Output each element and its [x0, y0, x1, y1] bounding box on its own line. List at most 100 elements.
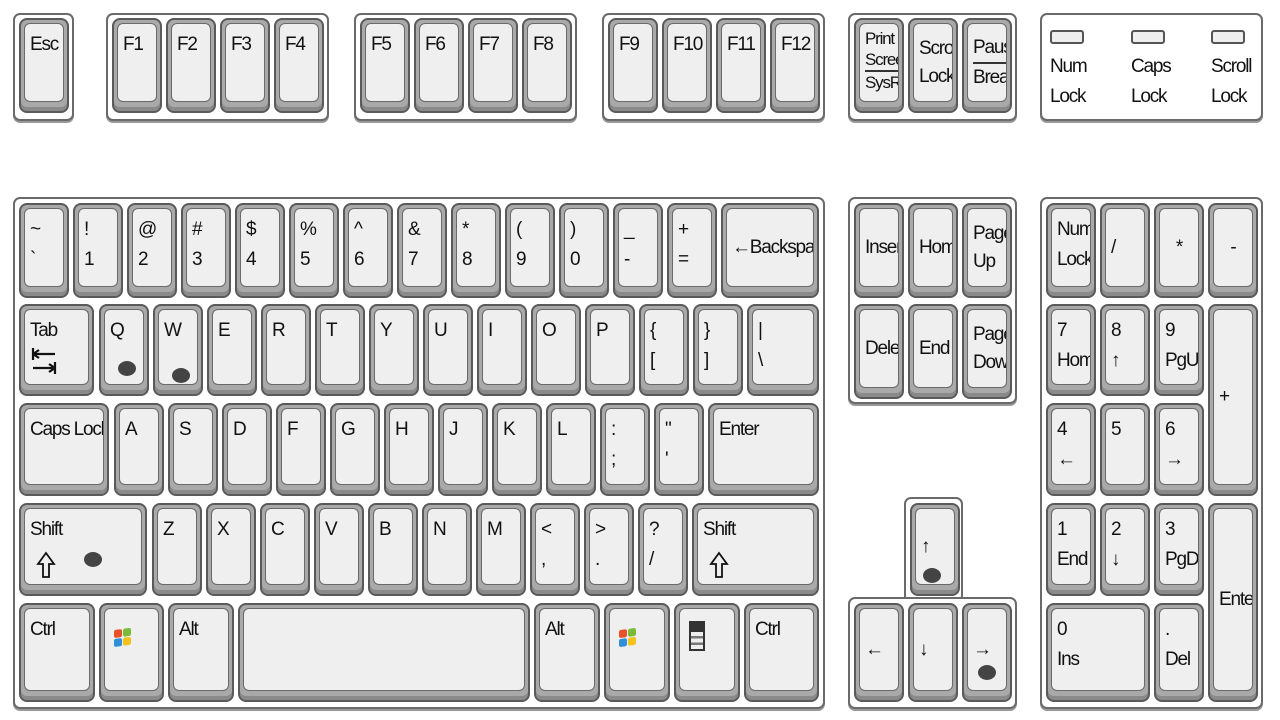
- key-num4[interactable]: 4 ←: [1046, 403, 1096, 496]
- key-j[interactable]: J: [438, 403, 488, 496]
- key-f9[interactable]: F9: [608, 18, 658, 113]
- key-k[interactable]: K: [492, 403, 542, 496]
- key-slash[interactable]: ? /: [638, 503, 688, 596]
- key-a[interactable]: A: [114, 403, 164, 496]
- key-scrolllock[interactable]: Scroll Lock: [908, 18, 958, 113]
- key-f[interactable]: F: [276, 403, 326, 496]
- key-num1[interactable]: 1 End: [1046, 503, 1096, 596]
- key-lbracket[interactable]: {[: [639, 304, 689, 396]
- key-6[interactable]: ^ 6: [343, 203, 393, 298]
- key-b[interactable]: B: [368, 503, 418, 596]
- key-f6[interactable]: F6: [414, 18, 464, 113]
- key-end[interactable]: End: [908, 304, 958, 399]
- key-backspace[interactable]: ←Backspace: [721, 203, 819, 298]
- key-lwin[interactable]: [99, 603, 164, 702]
- key-p[interactable]: P: [585, 304, 635, 396]
- key-s[interactable]: S: [168, 403, 218, 496]
- key-numsub[interactable]: -: [1208, 203, 1258, 298]
- key-5[interactable]: % 5: [289, 203, 339, 298]
- key-left[interactable]: ←: [854, 603, 904, 702]
- key-pause[interactable]: PauseBreak: [962, 18, 1012, 113]
- key-pagedown[interactable]: Page Down: [962, 304, 1012, 399]
- key-8[interactable]: * 8: [451, 203, 501, 298]
- key-f11[interactable]: F11: [716, 18, 766, 113]
- key-num3[interactable]: 3 PgDn: [1154, 503, 1204, 596]
- key-num7[interactable]: 7 Home: [1046, 304, 1096, 396]
- key-c[interactable]: C: [260, 503, 310, 596]
- key-f2[interactable]: F2: [166, 18, 216, 113]
- key-r[interactable]: R: [261, 304, 311, 396]
- key-rbracket[interactable]: }]: [693, 304, 743, 396]
- key-m[interactable]: M: [476, 503, 526, 596]
- key-lctrl[interactable]: Ctrl: [19, 603, 95, 702]
- key-num8[interactable]: 8 ↑: [1100, 304, 1150, 396]
- key-backslash[interactable]: | \: [747, 304, 819, 396]
- key-l[interactable]: L: [546, 403, 596, 496]
- key-numadd[interactable]: +: [1208, 304, 1258, 496]
- key-1[interactable]: ! 1: [73, 203, 123, 298]
- key-comma[interactable]: <,: [530, 503, 580, 596]
- key-f3[interactable]: F3: [220, 18, 270, 113]
- key-x[interactable]: X: [206, 503, 256, 596]
- key-rctrl[interactable]: Ctrl: [744, 603, 819, 702]
- key-numdiv[interactable]: /: [1100, 203, 1150, 298]
- key-u[interactable]: U: [423, 304, 473, 396]
- key-q[interactable]: Q: [99, 304, 149, 396]
- key-rshift[interactable]: Shift: [692, 503, 819, 596]
- key-num6[interactable]: 6 →: [1154, 403, 1204, 496]
- key-f12[interactable]: F12: [770, 18, 820, 113]
- key-space[interactable]: [238, 603, 530, 702]
- key-f7[interactable]: F7: [468, 18, 518, 113]
- key-v[interactable]: V: [314, 503, 364, 596]
- key-7[interactable]: & 7: [397, 203, 447, 298]
- key-e[interactable]: E: [207, 304, 257, 396]
- key-f5[interactable]: F5: [360, 18, 410, 113]
- key-insert[interactable]: Insert: [854, 203, 904, 298]
- key-num0[interactable]: 0 Ins: [1046, 603, 1150, 702]
- key-up[interactable]: ↑: [910, 503, 960, 596]
- key-0[interactable]: ) 0: [559, 203, 609, 298]
- key-esc[interactable]: Esc: [19, 18, 69, 113]
- key-2[interactable]: @2: [127, 203, 177, 298]
- key-f8[interactable]: F8: [522, 18, 572, 113]
- key-9[interactable]: (9: [505, 203, 555, 298]
- key-minus[interactable]: _ -: [613, 203, 663, 298]
- key-quote[interactable]: " ': [654, 403, 704, 496]
- key-t[interactable]: T: [315, 304, 365, 396]
- key-equals[interactable]: + =: [667, 203, 717, 298]
- key-nummul[interactable]: *: [1154, 203, 1204, 298]
- key-capslock[interactable]: Caps Lock: [19, 403, 109, 496]
- key-i[interactable]: I: [477, 304, 527, 396]
- key-w[interactable]: W: [153, 304, 203, 396]
- key-f4[interactable]: F4: [274, 18, 324, 113]
- key-printscreen[interactable]: PrintScreenSysRq: [854, 18, 904, 113]
- key-num2[interactable]: 2 ↓: [1100, 503, 1150, 596]
- key-home[interactable]: Home: [908, 203, 958, 298]
- key-num5[interactable]: 5: [1100, 403, 1150, 496]
- key-down[interactable]: ↓: [908, 603, 958, 702]
- key-3[interactable]: #3: [181, 203, 231, 298]
- key-4[interactable]: $4: [235, 203, 285, 298]
- key-h[interactable]: H: [384, 403, 434, 496]
- key-z[interactable]: Z: [152, 503, 202, 596]
- key-period[interactable]: >.: [584, 503, 634, 596]
- key-tab[interactable]: Tab: [19, 304, 94, 396]
- key-f1[interactable]: F1: [112, 18, 162, 113]
- key-semicolon[interactable]: :;: [600, 403, 650, 496]
- key-numenter[interactable]: Enter: [1208, 503, 1258, 702]
- key-rwin[interactable]: [604, 603, 670, 702]
- key-menu[interactable]: [674, 603, 740, 702]
- key-n[interactable]: N: [422, 503, 472, 596]
- key-o[interactable]: O: [531, 304, 581, 396]
- key-backtick[interactable]: ~ `: [19, 203, 69, 298]
- key-numdec[interactable]: . Del: [1154, 603, 1204, 702]
- key-pageup[interactable]: Page Up: [962, 203, 1012, 298]
- key-delete[interactable]: Delete: [854, 304, 904, 399]
- key-ralt[interactable]: Alt: [534, 603, 600, 702]
- key-right[interactable]: →: [962, 603, 1012, 702]
- key-numlock[interactable]: Num Lock: [1046, 203, 1096, 298]
- key-enter[interactable]: Enter: [708, 403, 819, 496]
- key-lalt[interactable]: Alt: [168, 603, 234, 702]
- key-y[interactable]: Y: [369, 304, 419, 396]
- key-g[interactable]: G: [330, 403, 380, 496]
